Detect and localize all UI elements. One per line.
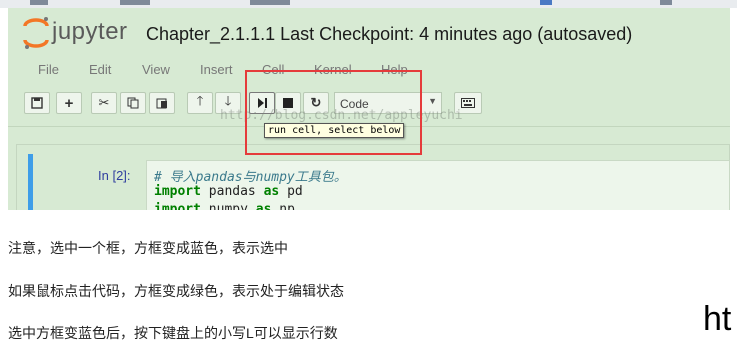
note-line-2: 如果鼠标点击代码，方框变成绿色，表示处于编辑状态	[8, 283, 344, 299]
input-prompt: In [2]:	[98, 168, 131, 183]
jupyter-logo-icon	[23, 17, 49, 49]
jupyter-logo[interactable]: jupyter	[22, 16, 132, 50]
insert-cell-button[interactable]: +	[56, 92, 82, 114]
note-line-1: 注意，选中一个框，方框变成蓝色，表示选中	[8, 240, 288, 256]
code-line-1: import pandas as pd	[154, 184, 303, 199]
arrow-up-icon: 🡑	[196, 93, 204, 108]
move-up-button[interactable]: 🡑	[187, 92, 213, 114]
browser-top-strip	[0, 0, 737, 8]
code-keyword: import	[154, 202, 201, 210]
menu-file[interactable]: File	[38, 62, 59, 77]
scissors-icon: ✂	[98, 95, 110, 110]
code-comment: # 导入pandas与numpy工具包。	[154, 170, 347, 185]
tab-fragment	[660, 0, 672, 5]
notebook-title[interactable]: Chapter_2.1.1.1 Last Checkpoint: 4 minut…	[146, 24, 632, 45]
tab-fragment	[120, 0, 150, 5]
keyboard-icon	[461, 98, 475, 108]
selected-cell-indicator	[28, 154, 33, 210]
save-icon	[31, 97, 43, 109]
code-keyword: as	[255, 202, 272, 210]
run-cell-tooltip: run cell, select below	[264, 123, 405, 138]
chevron-down-icon: ▼	[428, 96, 437, 106]
highlight-box	[245, 70, 422, 155]
code-line-2: import numpy as np	[154, 202, 295, 210]
tab-fragment	[540, 0, 552, 5]
copy-icon	[127, 97, 139, 109]
paste-button[interactable]	[149, 92, 175, 114]
truncated-text: ht	[703, 300, 732, 338]
code-alias: pd	[279, 184, 303, 199]
menu-edit[interactable]: Edit	[89, 62, 111, 77]
code-alias: np	[271, 202, 295, 210]
jupyter-screenshot: jupyter Chapter_2.1.1.1 Last Checkpoint:…	[8, 8, 730, 210]
copy-button[interactable]	[120, 92, 146, 114]
cut-button[interactable]: ✂	[91, 92, 117, 114]
plus-icon: +	[64, 94, 74, 112]
tab-fragment	[30, 0, 48, 5]
tab-fragment	[250, 0, 290, 5]
code-keyword: import	[154, 184, 201, 199]
jupyter-brand-text: jupyter	[52, 18, 128, 45]
code-module: numpy	[200, 202, 256, 210]
note-line-3: 选中方框变蓝色后，按下键盘上的小写L可以显示行数	[8, 325, 338, 341]
menu-view[interactable]: View	[142, 62, 170, 77]
save-button[interactable]	[24, 92, 50, 114]
menu-insert[interactable]: Insert	[200, 62, 233, 77]
paste-icon	[156, 98, 167, 109]
code-keyword: as	[263, 184, 280, 199]
code-module: pandas	[200, 184, 264, 199]
